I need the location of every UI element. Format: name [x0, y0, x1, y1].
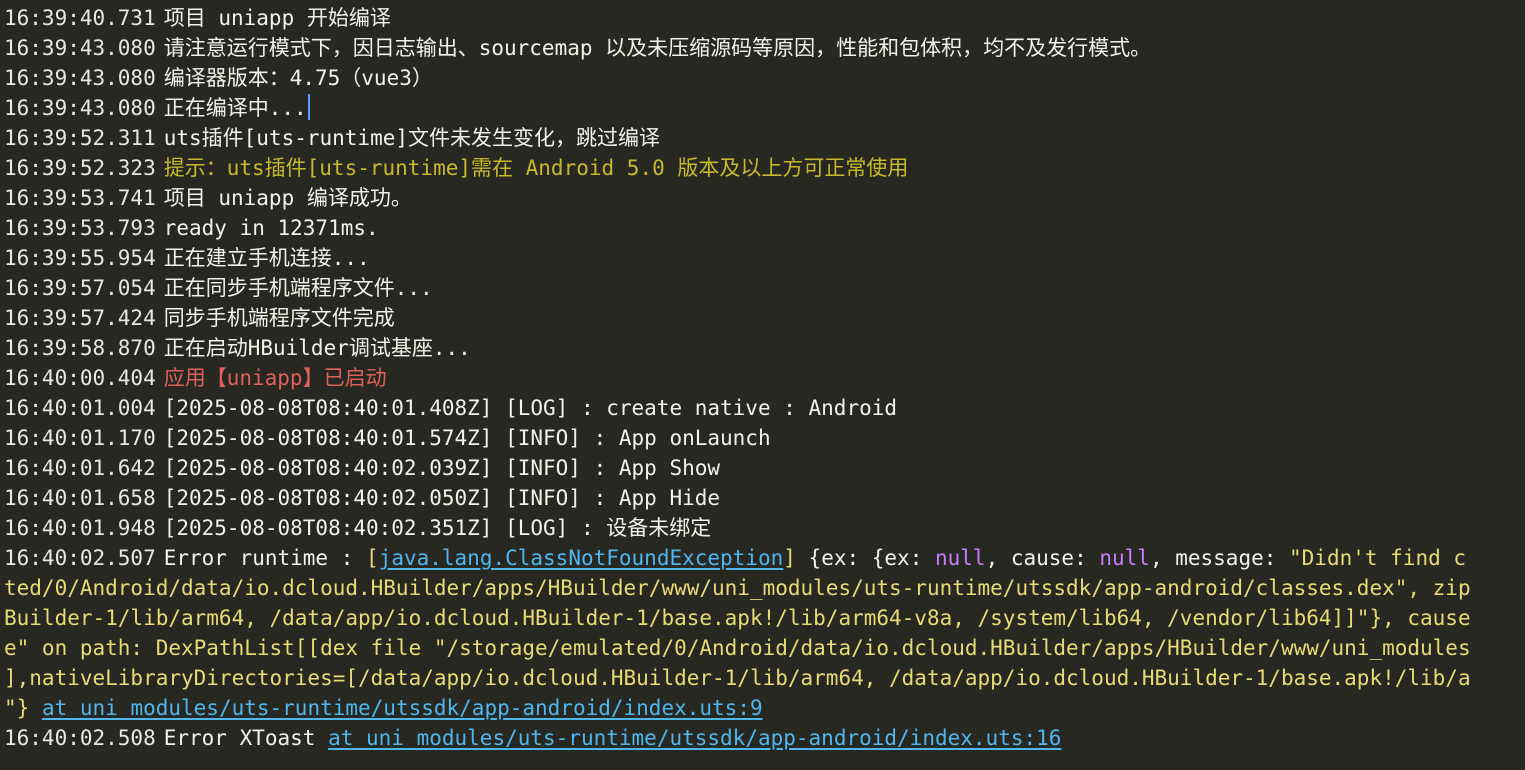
log-message: uts插件[uts-runtime]文件未发生变化，跳过编译: [163, 126, 661, 150]
source-link[interactable]: at uni_modules/uts-runtime/utssdk/app-an…: [328, 726, 1061, 750]
log-line: 16:40:01.170 [2025-08-08T08:40:01.574Z] […: [0, 423, 1525, 453]
timestamp: 16:39:43.080: [4, 66, 156, 90]
log-line-warning: 16:39:52.323 提示：uts插件[uts-runtime]需在 Andr…: [0, 153, 1525, 183]
log-message: 项目 uniapp 编译成功。: [163, 186, 412, 210]
log-line: 16:40:01.004 [2025-08-08T08:40:01.408Z] […: [0, 393, 1525, 423]
error-prefix: Error runtime :: [163, 546, 367, 570]
error-prefix: Error XToast: [163, 726, 329, 750]
timestamp: 16:39:53.793: [4, 216, 156, 240]
log-line: 16:40:01.948 [2025-08-08T08:40:02.351Z] […: [0, 513, 1525, 543]
error-wrap-line: "} at uni_modules/uts-runtime/utssdk/app…: [0, 693, 1525, 723]
log-message: 同步手机端程序文件完成: [163, 306, 395, 330]
log-line-app-started: 16:40:00.404 应用【uniapp】已启动: [0, 363, 1525, 393]
log-line: 16:39:55.954 正在建立手机连接...: [0, 243, 1525, 273]
error-wrap-line: ted/0/Android/data/io.dcloud.HBuilder/ap…: [0, 573, 1525, 603]
log-line: 16:39:52.311 uts插件[uts-runtime]文件未发生变化，跳过…: [0, 123, 1525, 153]
error-line: 16:40:02.507 Error runtime : [java.lang.C…: [0, 543, 1525, 573]
timestamp: 16:39:57.424: [4, 306, 156, 330]
error-wrap-line: ],nativeLibraryDirectories=[/data/app/io…: [0, 663, 1525, 693]
log-line: 16:39:58.870 正在启动HBuilder调试基座...: [0, 333, 1525, 363]
log-message: 正在建立手机连接...: [163, 246, 370, 270]
timestamp: 16:39:58.870: [4, 336, 156, 360]
timestamp: 16:39:57.054: [4, 276, 156, 300]
timestamp: 16:40:02.507: [4, 546, 156, 570]
timestamp: 16:39:53.741: [4, 186, 156, 210]
timestamp: 16:40:01.948: [4, 516, 156, 540]
log-line: 16:39:53.793 ready in 12371ms.: [0, 213, 1525, 243]
log-message: [2025-08-08T08:40:02.050Z] [INFO] : App …: [163, 486, 721, 510]
log-line: 16:39:53.741 项目 uniapp 编译成功。: [0, 183, 1525, 213]
bracket: [: [366, 546, 379, 570]
log-message: [2025-08-08T08:40:01.574Z] [INFO] : App …: [163, 426, 771, 450]
log-line: 16:39:43.080 编译器版本：4.75（vue3）: [0, 63, 1525, 93]
app-started-message: 应用【uniapp】已启动: [163, 366, 387, 390]
timestamp: 16:39:43.080: [4, 96, 156, 120]
timestamp: 16:40:01.170: [4, 426, 156, 450]
log-message: 正在编译中...: [163, 96, 307, 120]
source-link[interactable]: at uni_modules/uts-runtime/utssdk/app-an…: [42, 696, 763, 720]
timestamp: 16:39:55.954: [4, 246, 156, 270]
cause-label: , cause:: [985, 546, 1100, 570]
log-message: 正在同步手机端程序文件...: [163, 276, 433, 300]
log-line: 16:39:43.080 正在编译中...: [0, 93, 1525, 123]
timestamp: 16:39:43.080: [4, 36, 156, 60]
log-line: 16:39:57.054 正在同步手机端程序文件...: [0, 273, 1525, 303]
timestamp: 16:39:52.323: [4, 156, 156, 180]
log-line: 16:40:01.658 [2025-08-08T08:40:02.050Z] […: [0, 483, 1525, 513]
error-wrap-line: e" on path: DexPathList[[dex file "/stor…: [0, 633, 1525, 663]
log-message: [2025-08-08T08:40:01.408Z] [LOG] : creat…: [163, 396, 898, 420]
warning-message: 提示：uts插件[uts-runtime]需在 Android 5.0 版本及以…: [163, 156, 909, 180]
log-message: 项目 uniapp 开始编译: [163, 6, 391, 30]
message-string: "Didn't find c: [1289, 546, 1467, 570]
timestamp: 16:39:40.731: [4, 6, 156, 30]
error-continuation: e" on path: DexPathList[[dex file "/stor…: [4, 636, 1471, 660]
timestamp: 16:40:02.508: [4, 726, 156, 750]
timestamp: 16:40:01.658: [4, 486, 156, 510]
error-continuation: ted/0/Android/data/io.dcloud.HBuilder/ap…: [4, 576, 1471, 600]
error-continuation: ],nativeLibraryDirectories=[/data/app/io…: [4, 666, 1471, 690]
message-label: , message:: [1149, 546, 1290, 570]
error-continuation: Builder-1/lib/arm64, /data/app/io.dcloud…: [4, 606, 1471, 630]
log-message: 编译器版本：4.75（vue3）: [163, 66, 433, 90]
timestamp: 16:40:00.404: [4, 366, 156, 390]
text-cursor: [307, 94, 310, 120]
log-line: 16:39:43.080 请注意运行模式下，因日志输出、sourcemap 以及未…: [0, 33, 1525, 63]
console-output: 16:39:40.731 项目 uniapp 开始编译 16:39:43.080 请…: [0, 0, 1525, 770]
log-line: 16:39:57.424 同步手机端程序文件完成: [0, 303, 1525, 333]
null-keyword: null: [1099, 546, 1150, 570]
log-line: 16:40:01.642 [2025-08-08T08:40:02.039Z] […: [0, 453, 1525, 483]
timestamp: 16:39:52.311: [4, 126, 156, 150]
log-message: 请注意运行模式下，因日志输出、sourcemap 以及未压缩源码等原因，性能和包…: [163, 36, 1152, 60]
timestamp: 16:40:01.642: [4, 456, 156, 480]
log-message: [2025-08-08T08:40:02.039Z] [INFO] : App …: [163, 456, 721, 480]
error-line: 16:40:02.508 Error XToast at uni_modules/…: [0, 723, 1525, 753]
timestamp: 16:40:01.004: [4, 396, 156, 420]
null-keyword: null: [934, 546, 986, 570]
log-line: 16:39:40.731 项目 uniapp 开始编译: [0, 3, 1525, 33]
error-continuation-end: "}: [4, 696, 42, 720]
log-message: [2025-08-08T08:40:02.351Z] [LOG] : 设备未绑定: [163, 516, 712, 540]
bracket: ]: [783, 546, 796, 570]
exception-link[interactable]: java.lang.ClassNotFoundException: [379, 546, 784, 570]
error-object-start: {ex: {ex:: [795, 546, 935, 570]
error-wrap-line: Builder-1/lib/arm64, /data/app/io.dcloud…: [0, 603, 1525, 633]
log-message: ready in 12371ms.: [163, 216, 379, 240]
log-message: 正在启动HBuilder调试基座...: [163, 336, 471, 360]
